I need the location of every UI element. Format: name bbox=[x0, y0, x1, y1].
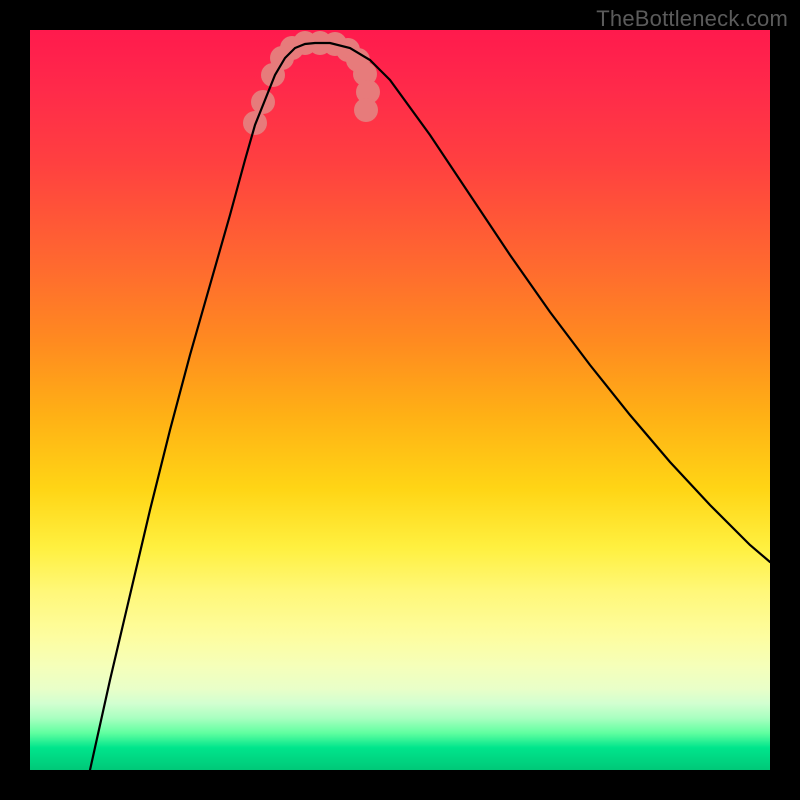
highlight-dot bbox=[354, 98, 378, 122]
chart-svg bbox=[30, 30, 770, 770]
chart-frame: TheBottleneck.com bbox=[0, 0, 800, 800]
bottleneck-curve bbox=[90, 43, 770, 770]
dots-group bbox=[243, 31, 380, 135]
watermark-text: TheBottleneck.com bbox=[596, 6, 788, 32]
highlight-dot bbox=[251, 90, 275, 114]
plot-area bbox=[30, 30, 770, 770]
